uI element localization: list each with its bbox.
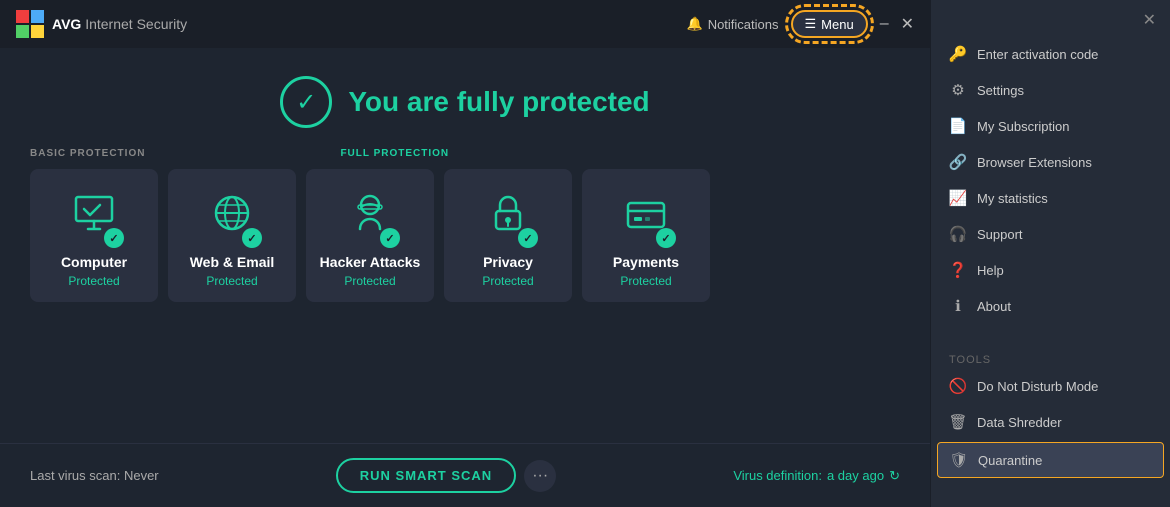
sidebar-item-statistics: 📈 My statistics (931, 180, 1170, 216)
hacker-attacks-status: Protected (344, 274, 395, 288)
scan-btn-wrap: RUN SMART SCAN ··· (336, 458, 556, 493)
gear-icon: ⚙ (949, 81, 967, 99)
payments-check: ✓ (656, 228, 676, 248)
about-item[interactable]: ℹ About (931, 288, 1170, 324)
run-smart-scan-button[interactable]: RUN SMART SCAN (336, 458, 516, 493)
computer-card[interactable]: ✓ Computer Protected (30, 169, 158, 302)
hero-text: You are fully protected (348, 86, 649, 118)
support-item[interactable]: 🎧 Support (931, 216, 1170, 252)
more-options-button[interactable]: ··· (524, 460, 556, 492)
checkmark-icon: ✓ (296, 88, 316, 117)
privacy-status: Protected (482, 274, 533, 288)
web-email-card[interactable]: ✓ Web & Email Protected (168, 169, 296, 302)
computer-icon-wrap: ✓ (68, 187, 120, 244)
help-item[interactable]: ❓ Help (931, 252, 1170, 288)
computer-status: Protected (68, 274, 119, 288)
activation-item[interactable]: 🔑 Enter activation code (931, 36, 1170, 72)
computer-title: Computer (61, 254, 127, 270)
sidebar-item-dnd: 🚫 Do Not Disturb Mode (931, 368, 1170, 404)
privacy-icon-wrap: ✓ (482, 187, 534, 244)
virus-definition: Virus definition: a day ago ↻ (733, 468, 900, 484)
sidebar-item-subscription: 📄 My Subscription (931, 108, 1170, 144)
web-email-icon-wrap: ✓ (206, 187, 258, 244)
last-scan: Last virus scan: Never (30, 468, 159, 483)
dnd-icon: 🚫 (949, 377, 967, 395)
sidebar-item-browser-ext: 🔗 Browser Extensions (931, 144, 1170, 180)
minimize-button[interactable]: – (880, 15, 889, 33)
refresh-icon: ↻ (889, 468, 900, 484)
web-email-title: Web & Email (190, 254, 275, 270)
protection-check-circle: ✓ (280, 76, 332, 128)
sidebar-item-quarantine: 🛡 Quarantine (931, 442, 1170, 478)
sidebar-item-shredder: 🗑 Data Shredder (931, 404, 1170, 440)
protection-area: BASIC PROTECTION FULL PROTECTION ✓ Compu… (0, 148, 930, 443)
payments-icon-wrap: ✓ (620, 187, 672, 244)
chart-icon: 📈 (949, 189, 967, 207)
header-left: AVG Internet Security (16, 10, 187, 38)
statistics-item[interactable]: 📈 My statistics (931, 180, 1170, 216)
hacker-check: ✓ (380, 228, 400, 248)
question-icon: ❓ (949, 261, 967, 279)
hamburger-icon: ☰ (805, 16, 817, 32)
sidebar-item-help: ❓ Help (931, 252, 1170, 288)
menu-button[interactable]: ☰ Menu (791, 10, 868, 38)
subscription-item[interactable]: 📄 My Subscription (931, 108, 1170, 144)
close-button[interactable]: ✕ (901, 14, 914, 34)
hacker-icon-wrap: ✓ (344, 187, 396, 244)
sidebar-item-support: 🎧 Support (931, 216, 1170, 252)
app-title: AVG Internet Security (52, 16, 187, 32)
privacy-title: Privacy (483, 254, 533, 270)
privacy-card[interactable]: ✓ Privacy Protected (444, 169, 572, 302)
privacy-check: ✓ (518, 228, 538, 248)
computer-check: ✓ (104, 228, 124, 248)
full-protection-label: FULL PROTECTION (340, 148, 449, 159)
header-right: 🔔 Notifications ☰ Menu – ✕ (687, 10, 915, 38)
web-email-status: Protected (206, 274, 257, 288)
tools-menu: 🚫 Do Not Disturb Mode 🗑 Data Shredder 🛡 … (931, 368, 1170, 488)
web-email-check: ✓ (242, 228, 262, 248)
do-not-disturb-item[interactable]: 🚫 Do Not Disturb Mode (931, 368, 1170, 404)
quarantine-item[interactable]: 🛡 Quarantine (937, 442, 1164, 478)
settings-item[interactable]: ⚙ Settings (931, 72, 1170, 108)
tools-label: Tools (931, 348, 1170, 368)
avg-logo (16, 10, 44, 38)
main-panel: AVG Internet Security 🔔 Notifications ☰ … (0, 0, 930, 507)
info-icon: ℹ (949, 297, 967, 315)
sidebar: ✕ 🔑 Enter activation code ⚙ Settings 📄 M… (930, 0, 1170, 507)
notifications-button[interactable]: 🔔 Notifications (687, 16, 779, 32)
header: AVG Internet Security 🔔 Notifications ☰ … (0, 0, 930, 48)
sidebar-menu: 🔑 Enter activation code ⚙ Settings 📄 My … (931, 36, 1170, 332)
sidebar-close-button[interactable]: ✕ (1143, 10, 1156, 30)
link-icon: 🔗 (949, 153, 967, 171)
sidebar-item-settings: ⚙ Settings (931, 72, 1170, 108)
key-icon: 🔑 (949, 45, 967, 63)
browser-extensions-item[interactable]: 🔗 Browser Extensions (931, 144, 1170, 180)
data-shredder-item[interactable]: 🗑 Data Shredder (931, 404, 1170, 440)
basic-protection-label: BASIC PROTECTION (30, 148, 145, 159)
document-icon: 📄 (949, 117, 967, 135)
shredder-icon: 🗑 (949, 413, 967, 431)
cards-row: ✓ Computer Protected ✓ Web & E (30, 169, 900, 302)
hero-section: ✓ You are fully protected (0, 48, 930, 148)
shield-icon: 🛡 (950, 451, 968, 469)
bell-icon: 🔔 (687, 16, 703, 32)
headset-icon: 🎧 (949, 225, 967, 243)
hacker-attacks-title: Hacker Attacks (320, 254, 421, 270)
payments-status: Protected (620, 274, 671, 288)
sidebar-item-about: ℹ About (931, 288, 1170, 324)
sidebar-close-area: ✕ (931, 0, 1170, 36)
sidebar-item-activation: 🔑 Enter activation code (931, 36, 1170, 72)
section-labels: BASIC PROTECTION FULL PROTECTION (30, 148, 900, 159)
footer: Last virus scan: Never RUN SMART SCAN ··… (0, 443, 930, 507)
payments-title: Payments (613, 254, 679, 270)
hacker-attacks-card[interactable]: ✓ Hacker Attacks Protected (306, 169, 434, 302)
payments-card[interactable]: ✓ Payments Protected (582, 169, 710, 302)
